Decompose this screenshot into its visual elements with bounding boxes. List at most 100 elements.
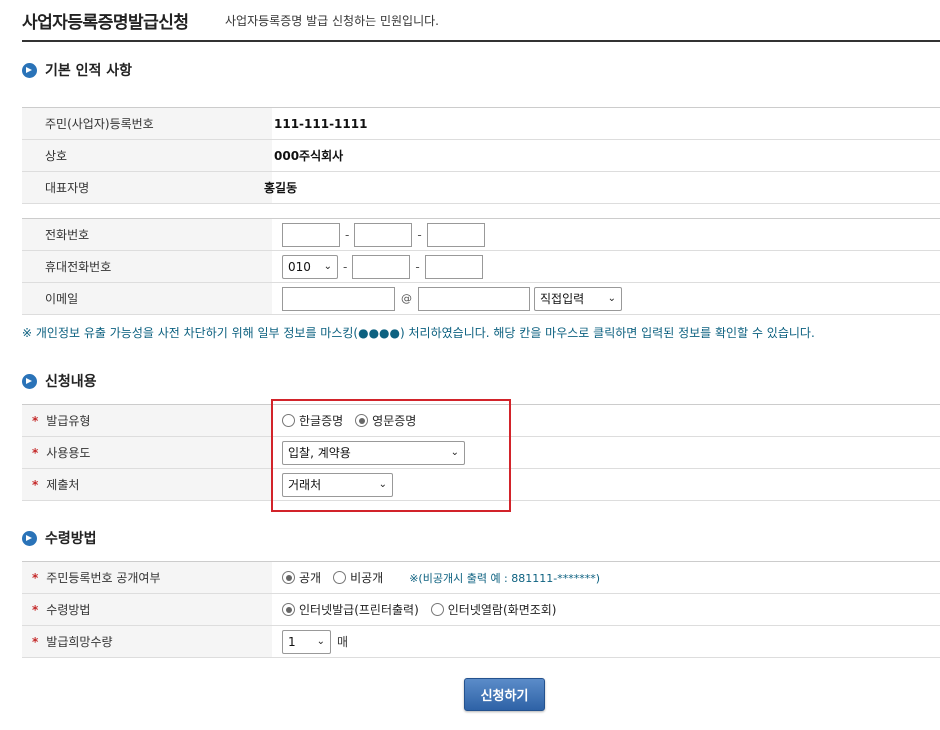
mobile-prefix-select[interactable]: 010 ⌄: [282, 254, 338, 279]
masking-notice: ※ 개인정보 유출 가능성을 사전 차단하기 위해 일부 정보를 마스킹(●●●…: [22, 326, 815, 340]
quantity-header: * 발급희망수량: [22, 626, 272, 657]
disclose-label: 주민등록번호 공개여부: [46, 571, 161, 585]
issue-type-label: 발급유형: [46, 414, 91, 428]
chevron-down-icon: ⌄: [323, 261, 332, 272]
table-row: 대표자명 홍길동: [22, 172, 940, 204]
table-row: 상호 000주식회사: [22, 140, 940, 172]
radio-unchecked-icon: [282, 414, 295, 427]
contact-table: 전화번호 - - 휴대전화번호 010 ⌄ - - 이메일 @ 직접입력 ⌄: [22, 218, 940, 315]
table-row: * 사용용도 입찰, 계약용 ⌄: [22, 437, 940, 469]
radio-label: 비공개: [350, 571, 384, 585]
radio-checked-icon: [282, 571, 295, 584]
radio-label: 영문증명: [372, 414, 417, 428]
disclose-private-radio[interactable]: 비공개: [333, 569, 383, 586]
email-domain-field[interactable]: [418, 286, 530, 311]
method-print-radio[interactable]: 인터넷발급(프린터출력): [282, 601, 419, 618]
table-row: 휴대전화번호 010 ⌄ - -: [22, 251, 940, 283]
email-domain-select-value: 직접입력: [540, 292, 585, 306]
submit-to-select-value: 거래처: [288, 478, 322, 492]
arrow-circle-icon: [22, 373, 37, 389]
phone-field-3[interactable]: [426, 222, 485, 247]
mobile-field-3[interactable]: [424, 254, 483, 279]
section-title: 기본 인적 사항: [45, 63, 133, 79]
method-label: 수령방법: [46, 603, 91, 617]
method-header: * 수령방법: [22, 594, 272, 625]
section-application: 신청내용: [22, 371, 97, 391]
quantity-select-value: 1: [288, 634, 296, 649]
phone-field-1[interactable]: [282, 222, 340, 247]
quantity-select[interactable]: 1 ⌄: [282, 629, 331, 654]
table-row: * 수령방법 인터넷발급(프린터출력) 인터넷열람(화면조회): [22, 594, 940, 626]
page-header: 사업자등록증명발급신청 사업자등록증명 발급 신청하는 민원입니다.: [22, 8, 940, 42]
phone-field-2[interactable]: [354, 222, 413, 247]
method-view-radio[interactable]: 인터넷열람(화면조회): [430, 601, 557, 618]
issue-type-header: * 발급유형: [22, 405, 272, 436]
email-id-field[interactable]: [282, 286, 395, 311]
section-title: 신청내용: [45, 374, 97, 390]
radio-unchecked-icon: [430, 603, 444, 616]
table-row: * 발급유형 한글증명 영문증명: [22, 405, 940, 437]
dash: -: [415, 259, 420, 274]
issue-type-english-radio[interactable]: 영문증명: [355, 412, 416, 429]
quantity-label: 발급희망수량: [46, 635, 113, 649]
radio-label: 공개: [299, 571, 322, 585]
mobile-field-2[interactable]: [352, 254, 411, 279]
required-mark: *: [32, 634, 39, 649]
registration-number-value: 111-111-1111: [274, 116, 368, 131]
arrow-circle-icon: [22, 62, 37, 78]
submit-button[interactable]: 신청하기: [464, 678, 545, 711]
mobile-label: 휴대전화번호: [22, 251, 272, 282]
company-name-label: 상호: [22, 140, 272, 171]
radio-label: 인터넷발급(프린터출력): [299, 603, 419, 617]
table-row: * 제출처 거래처 ⌄: [22, 469, 940, 501]
email-label: 이메일: [22, 283, 272, 314]
phone-label: 전화번호: [22, 219, 272, 250]
chevron-down-icon: ⌄: [378, 479, 387, 490]
at-sign: @: [401, 292, 412, 305]
section-title: 수령방법: [45, 531, 97, 547]
mobile-prefix-value: 010: [288, 259, 311, 274]
disclose-hint: ※(비공개시 출력 예 : 881111-*******): [409, 571, 601, 585]
table-row: 이메일 @ 직접입력 ⌄: [22, 283, 940, 315]
purpose-label: 사용용도: [46, 446, 91, 460]
required-mark: *: [32, 413, 39, 428]
email-domain-select[interactable]: 직접입력 ⌄: [534, 286, 622, 311]
purpose-select-value: 입찰, 계약용: [288, 446, 351, 460]
purpose-header: * 사용용도: [22, 437, 272, 468]
chevron-down-icon: ⌄: [607, 293, 616, 304]
page-title: 사업자등록증명발급신청: [22, 13, 189, 33]
radio-checked-icon: [282, 603, 295, 616]
arrow-circle-icon: [22, 530, 37, 546]
company-name-value: 000주식회사: [274, 149, 344, 163]
radio-label: 한글증명: [299, 414, 344, 428]
registration-number-label: 주민(사업자)등록번호: [22, 108, 272, 139]
required-mark: *: [32, 602, 39, 617]
chevron-down-icon: ⌄: [316, 636, 325, 647]
quantity-unit: 매: [337, 635, 349, 649]
representative-label: 대표자명: [22, 172, 272, 203]
page-subtitle: 사업자등록증명 발급 신청하는 민원입니다.: [225, 14, 439, 28]
submit-to-label: 제출처: [46, 478, 80, 492]
dash: -: [345, 227, 350, 242]
purpose-select[interactable]: 입찰, 계약용 ⌄: [282, 440, 465, 465]
issue-type-korean-radio[interactable]: 한글증명: [282, 412, 343, 429]
required-mark: *: [32, 445, 39, 460]
required-mark: *: [32, 570, 39, 585]
table-row: * 주민등록번호 공개여부 공개 비공개 ※(비공개시 출력 예 : 88111…: [22, 562, 940, 594]
submit-to-header: * 제출처: [22, 469, 272, 500]
chevron-down-icon: ⌄: [450, 447, 459, 458]
disclose-public-radio[interactable]: 공개: [282, 569, 321, 586]
table-row: 전화번호 - -: [22, 219, 940, 251]
application-table: * 발급유형 한글증명 영문증명 * 사용용도 입찰, 계약용 ⌄ * 제출처 …: [22, 404, 940, 501]
required-mark: *: [32, 477, 39, 492]
representative-value: 홍길동: [264, 181, 298, 195]
section-basic-info: 기본 인적 사항: [22, 60, 132, 80]
radio-checked-icon: [355, 414, 369, 427]
submit-to-select[interactable]: 거래처 ⌄: [282, 472, 393, 497]
dash: -: [417, 227, 422, 242]
table-row: 주민(사업자)등록번호 111-111-1111: [22, 108, 940, 140]
radio-unchecked-icon: [333, 571, 347, 584]
table-row: * 발급희망수량 1 ⌄ 매: [22, 626, 940, 658]
disclose-header: * 주민등록번호 공개여부: [22, 562, 272, 593]
radio-label: 인터넷열람(화면조회): [447, 603, 557, 617]
